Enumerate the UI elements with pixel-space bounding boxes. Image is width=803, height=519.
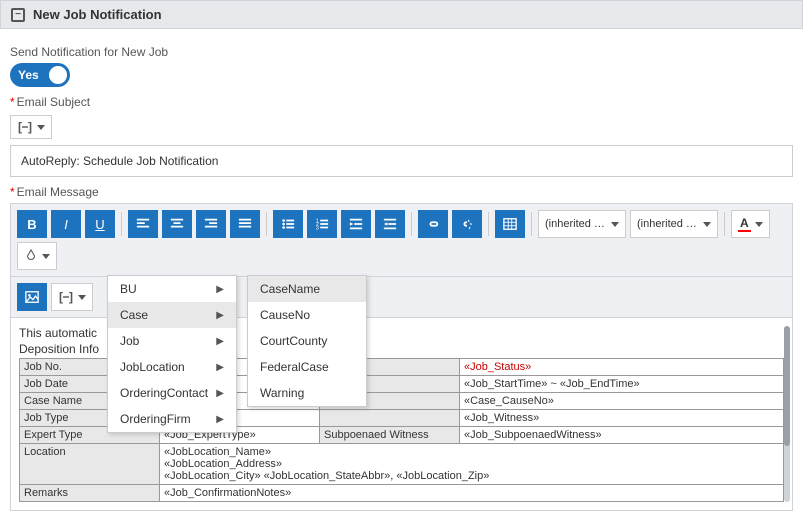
underline-button[interactable]: U xyxy=(85,210,115,238)
toggle-text: Yes xyxy=(18,68,39,82)
notify-toggle[interactable]: Yes xyxy=(10,63,70,87)
submenu-item[interactable]: CourtCounty xyxy=(248,328,366,354)
submenu-item[interactable]: Warning xyxy=(248,380,366,406)
ordered-list-button[interactable]: 123 xyxy=(307,210,337,238)
subject-insert-field-button[interactable] xyxy=(10,115,52,139)
notify-label: Send Notification for New Job xyxy=(10,45,793,59)
editor-toolbar-row2: BU▶Case▶Job▶JobLocation▶OrderingContact▶… xyxy=(10,277,793,318)
menu-item[interactable]: OrderingContact▶ xyxy=(108,380,236,406)
message-label: *Email Message xyxy=(10,185,793,199)
unordered-list-button[interactable] xyxy=(273,210,303,238)
align-justify-button[interactable] xyxy=(230,210,260,238)
image-button[interactable] xyxy=(17,283,47,311)
italic-button[interactable]: I xyxy=(51,210,81,238)
insert-field-menu: BU▶Case▶Job▶JobLocation▶OrderingContact▶… xyxy=(107,275,237,433)
align-right-button[interactable] xyxy=(196,210,226,238)
menu-item[interactable]: Job▶ xyxy=(108,328,236,354)
collapse-toggle[interactable]: − xyxy=(11,8,25,22)
table-row: Remarks«Job_ConfirmationNotes» xyxy=(20,485,784,502)
subject-input[interactable]: AutoReply: Schedule Job Notification xyxy=(10,145,793,177)
bg-color-button[interactable] xyxy=(17,242,57,270)
toggle-knob xyxy=(49,66,67,84)
table-button[interactable] xyxy=(495,210,525,238)
menu-item[interactable]: BU▶ xyxy=(108,276,236,302)
insert-field-submenu: CaseNameCauseNoCourtCountyFederalCaseWar… xyxy=(247,275,367,407)
indent-button[interactable] xyxy=(375,210,405,238)
insert-field-icon xyxy=(17,120,33,134)
menu-item[interactable]: JobLocation▶ xyxy=(108,354,236,380)
menu-item[interactable]: OrderingFirm▶ xyxy=(108,406,236,432)
submenu-item[interactable]: CauseNo xyxy=(248,302,366,328)
link-button[interactable] xyxy=(418,210,448,238)
svg-text:3: 3 xyxy=(316,225,319,231)
submenu-item[interactable]: CaseName xyxy=(248,276,366,302)
insert-field-button[interactable] xyxy=(51,283,93,311)
section-title: New Job Notification xyxy=(33,7,162,22)
menu-item[interactable]: Case▶ xyxy=(108,302,236,328)
unlink-button[interactable] xyxy=(452,210,482,238)
submenu-item[interactable]: FederalCase xyxy=(248,354,366,380)
text-color-button[interactable]: A xyxy=(731,210,770,238)
align-center-button[interactable] xyxy=(162,210,192,238)
table-row: Location«JobLocation_Name»«JobLocation_A… xyxy=(20,444,784,485)
font-size-select[interactable]: (inherited s... xyxy=(630,210,718,238)
insert-field-icon xyxy=(58,290,74,304)
align-left-button[interactable] xyxy=(128,210,158,238)
scrollbar-thumb[interactable] xyxy=(784,326,790,446)
subject-label: *Email Subject xyxy=(10,95,793,109)
editor-toolbar: B I U 123 (inherited f... (inherited s..… xyxy=(10,203,793,277)
bold-button[interactable]: B xyxy=(17,210,47,238)
outdent-button[interactable] xyxy=(341,210,371,238)
font-family-select[interactable]: (inherited f... xyxy=(538,210,626,238)
